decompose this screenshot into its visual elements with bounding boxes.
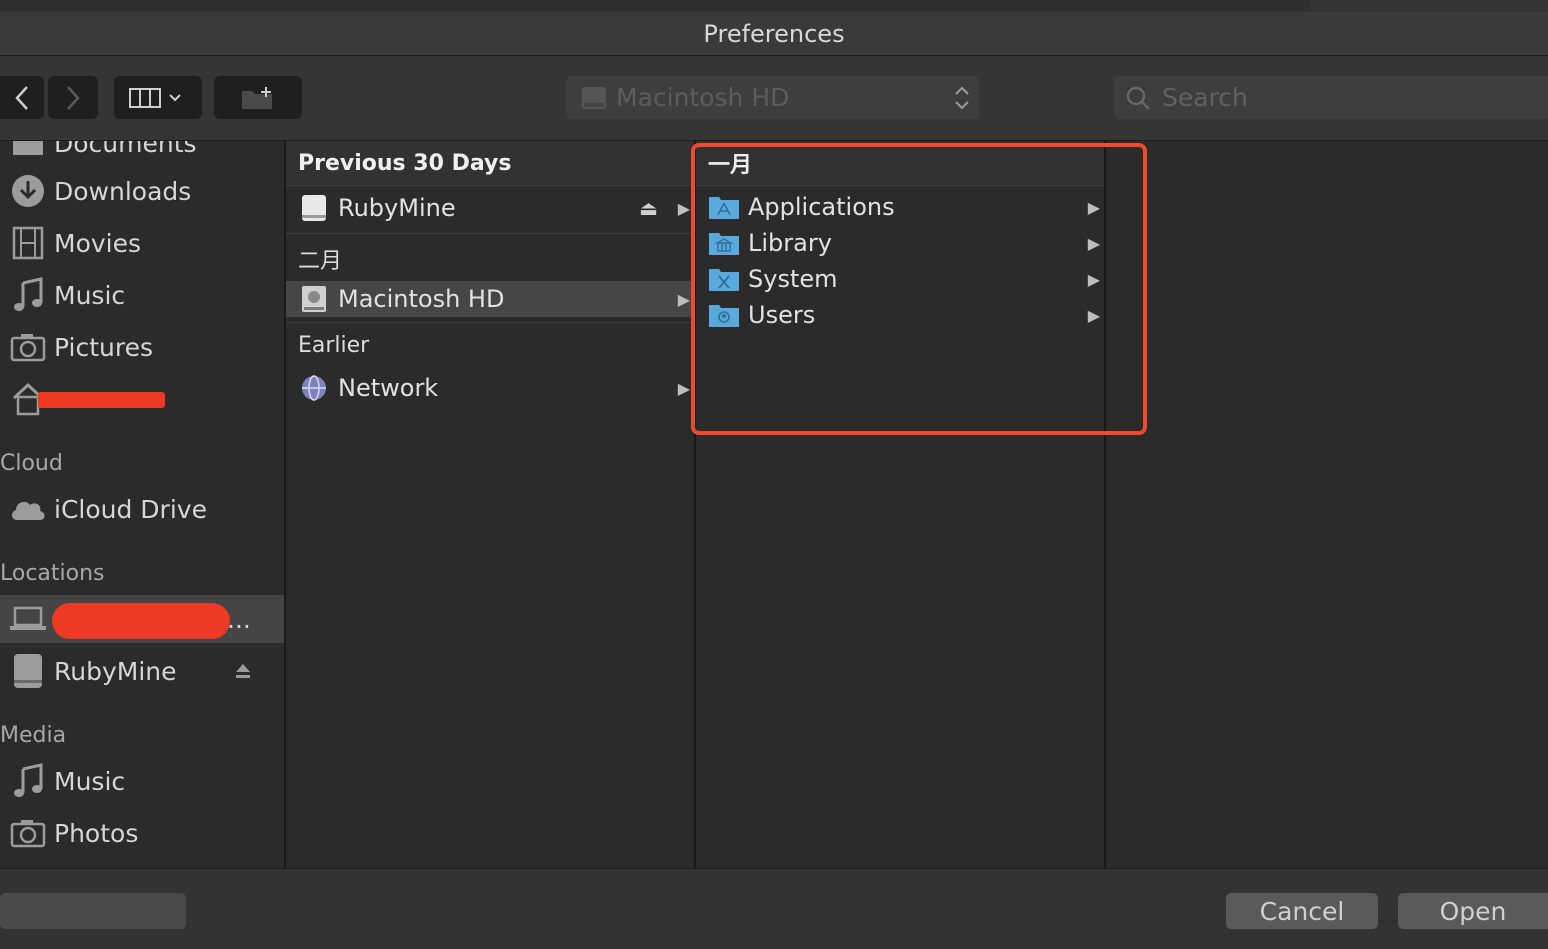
users-folder-icon: [708, 299, 740, 331]
camera-icon: [9, 814, 47, 852]
sidebar-item-movies[interactable]: Movies: [0, 219, 284, 267]
location-popup[interactable]: Macintosh HD: [566, 76, 979, 119]
sidebar-section-media: Media: [0, 723, 67, 748]
browser-column-3: [1106, 141, 1548, 868]
sidebar-item-rubymine[interactable]: RubyMine: [0, 647, 284, 695]
toolbar: Macintosh HD: [0, 56, 1548, 141]
redaction-mark: [52, 603, 230, 639]
top-strip-segment: [0, 0, 1310, 11]
sidebar-item-label: Movies: [54, 228, 142, 258]
hard-drive-icon: [582, 86, 606, 109]
new-folder-button[interactable]: [214, 76, 302, 119]
music-note-icon: [9, 276, 47, 314]
column-header-label: 一月: [708, 153, 753, 178]
column-row-applications[interactable]: Applications ▶: [696, 189, 1104, 225]
group-label: 二月: [298, 249, 343, 274]
sidebar-item-label: Pictures: [54, 332, 153, 362]
column-row-network[interactable]: Network ▶: [286, 369, 694, 407]
globe-icon: [298, 372, 330, 404]
disclosure-arrow-icon: ▶: [1087, 269, 1100, 289]
music-note-icon: [9, 762, 47, 800]
column-row-system[interactable]: System ▶: [696, 261, 1104, 297]
location-popup-label: Macintosh HD: [616, 83, 790, 112]
system-folder-icon: [708, 263, 740, 295]
forward-button[interactable]: [48, 76, 98, 119]
disclosure-arrow-icon: ▶: [677, 378, 690, 398]
column-row-users[interactable]: Users ▶: [696, 297, 1104, 333]
disclosure-arrow-icon: ▶: [677, 198, 690, 218]
hard-drive-icon: [298, 283, 330, 315]
browser-column-1: Previous 30 Days RubyMine ⏏ ▶ 二月 Macinto…: [286, 141, 694, 868]
back-button[interactable]: [0, 76, 44, 119]
column-header-label: Previous 30 Days: [298, 150, 512, 176]
new-folder-icon: [242, 86, 272, 109]
open-button[interactable]: Open: [1398, 893, 1548, 929]
row-label: Applications: [748, 193, 895, 221]
search-field[interactable]: [1114, 76, 1548, 119]
disk-icon: [9, 652, 47, 690]
columns-view-icon: [129, 87, 181, 108]
row-label: Network: [338, 374, 439, 402]
disclosure-arrow-icon: ▶: [1087, 197, 1100, 217]
sidebar-item-label: RubyMine: [54, 656, 177, 686]
sidebar-item-photos[interactable]: Photos: [0, 809, 284, 857]
sidebar-item-icloud-drive[interactable]: iCloud Drive: [0, 485, 284, 533]
row-label: Macintosh HD: [338, 285, 505, 313]
sidebar-item-documents[interactable]: Documents: [0, 141, 284, 167]
eject-icon[interactable]: ⏏: [639, 196, 658, 220]
row-label: Users: [748, 301, 816, 329]
applications-folder-icon: [708, 191, 740, 223]
sidebar-item-media-music[interactable]: Music: [0, 757, 284, 805]
disclosure-arrow-icon: ▶: [677, 289, 690, 309]
library-folder-icon: [708, 227, 740, 259]
sidebar-item-pictures[interactable]: Pictures: [0, 323, 284, 371]
eject-icon[interactable]: [234, 662, 252, 680]
film-icon: [9, 224, 47, 262]
row-label: RubyMine: [338, 194, 456, 222]
up-down-arrows-icon: [955, 86, 969, 109]
column-row-library[interactable]: Library ▶: [696, 225, 1104, 261]
cloud-icon: [9, 490, 47, 528]
search-icon: [1126, 86, 1150, 110]
laptop-icon: [9, 600, 47, 638]
column-header: 一月: [696, 141, 1104, 186]
row-label: System: [748, 265, 838, 293]
disclosure-arrow-icon: ▶: [1087, 233, 1100, 253]
sidebar-item-music[interactable]: Music: [0, 271, 284, 319]
sidebar-item-label: Music: [54, 280, 126, 310]
sidebar-item-label: Photos: [54, 818, 139, 848]
title-bar: Preferences: [0, 12, 1548, 56]
sidebar: Documents Downloads Movies Music Picture…: [0, 141, 284, 868]
sidebar-item-label: Downloads: [54, 176, 192, 206]
sidebar-section-cloud: Cloud: [0, 451, 63, 476]
column-row-rubymine[interactable]: RubyMine ⏏ ▶: [286, 187, 694, 229]
column-row-macintosh-hd[interactable]: Macintosh HD ▶: [286, 281, 694, 317]
sidebar-item-downloads[interactable]: Downloads: [0, 167, 284, 215]
chevron-left-icon: [15, 85, 28, 110]
separator: [286, 233, 694, 234]
disk-icon: [298, 192, 330, 224]
options-button[interactable]: [0, 893, 186, 929]
search-input[interactable]: [1160, 82, 1524, 113]
column-header: Previous 30 Days: [286, 141, 694, 186]
bottom-bar: Cancel Open: [0, 868, 1548, 949]
separator: [286, 322, 694, 323]
sidebar-item-label: iCloud Drive: [54, 494, 207, 524]
view-options-button[interactable]: [114, 76, 202, 119]
disclosure-arrow-icon: ▶: [1087, 305, 1100, 325]
download-icon: [9, 172, 47, 210]
sidebar-item-label: Documents: [54, 141, 197, 158]
sidebar-item-label: ...: [227, 604, 251, 634]
folder-icon: [9, 141, 47, 162]
sidebar-section-locations: Locations: [0, 561, 105, 586]
chevron-right-icon: [67, 85, 80, 110]
sidebar-item-label: Music: [54, 766, 126, 796]
row-label: Library: [748, 229, 832, 257]
cancel-button[interactable]: Cancel: [1226, 893, 1378, 929]
window-title: Preferences: [703, 19, 845, 48]
browser-column-2: 一月 Applications ▶ Library ▶ System ▶ Use…: [696, 141, 1104, 868]
camera-icon: [9, 328, 47, 366]
group-label: Earlier: [298, 333, 370, 358]
redaction-mark: [38, 392, 165, 408]
